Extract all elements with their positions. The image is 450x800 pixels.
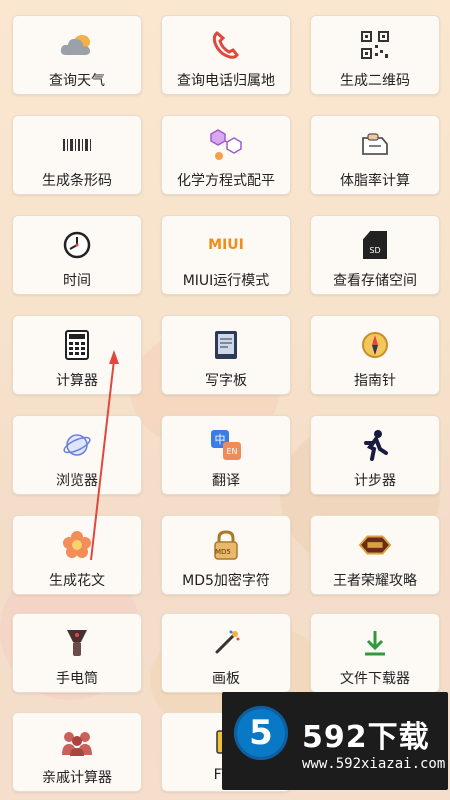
translate-icon: 中 EN — [209, 428, 243, 462]
tile-barcode[interactable]: 生成条形码 — [12, 115, 142, 195]
tile-browser[interactable]: 浏览器 — [12, 415, 142, 495]
sd-card-text: SD — [369, 246, 381, 255]
notepad-icon — [209, 328, 243, 362]
watermark-brand: 592下载 — [302, 720, 430, 755]
tile-drawing-board[interactable]: 画板 — [161, 613, 291, 693]
tile-phone-location[interactable]: 查询电话归属地 — [161, 15, 291, 95]
tile-label: 查询电话归属地 — [177, 73, 275, 89]
game-logo-icon — [358, 528, 392, 562]
watermark-digit: 5 — [249, 713, 273, 753]
tile-body-fat[interactable]: 体脂率计算 — [310, 115, 440, 195]
watermark-emblem: 5 — [234, 706, 288, 760]
translate-en-badge: EN — [223, 442, 241, 460]
tile-honor-of-kings[interactable]: 王者荣耀攻略 — [310, 515, 440, 595]
tile-label: 手电筒 — [56, 671, 98, 687]
phone-icon — [209, 28, 243, 62]
miui-icon: MIUI — [208, 228, 244, 262]
tile-label: 计算器 — [56, 373, 98, 389]
tile-label: 查询天气 — [49, 73, 105, 89]
tile-label: 生成二维码 — [340, 73, 410, 89]
tile-translate[interactable]: 中 EN 翻译 — [161, 415, 291, 495]
tile-flower-text[interactable]: 生成花文 — [12, 515, 142, 595]
tile-label: 体脂率计算 — [340, 173, 410, 189]
tile-miui-mode[interactable]: MIUI MIUI运行模式 — [161, 215, 291, 295]
tile-pedometer[interactable]: 计步器 — [310, 415, 440, 495]
tile-label: 文件下载器 — [340, 671, 410, 687]
runner-icon — [358, 428, 392, 462]
qr-code-icon — [358, 28, 392, 62]
download-icon — [358, 626, 392, 660]
tile-label: 计步器 — [354, 473, 396, 489]
tile-label: 生成花文 — [49, 573, 105, 589]
tile-relative-calculator[interactable]: 亲戚计算器 — [12, 712, 142, 792]
tile-calculator[interactable]: 计算器 — [12, 315, 142, 395]
scale-icon — [358, 128, 392, 162]
tile-qr-code[interactable]: 生成二维码 — [310, 15, 440, 95]
tile-label: 亲戚计算器 — [42, 770, 112, 786]
lock-icon: MD5 — [209, 528, 243, 562]
tile-label: 指南针 — [354, 373, 396, 389]
tile-label: 查看存储空间 — [333, 273, 417, 289]
tile-compass[interactable]: 指南针 — [310, 315, 440, 395]
barcode-icon — [60, 128, 94, 162]
tile-label: 化学方程式配平 — [177, 173, 275, 189]
tile-label: MD5加密字符 — [182, 573, 270, 589]
miui-text: MIUI — [208, 237, 244, 253]
tile-time[interactable]: 时间 — [12, 215, 142, 295]
tile-label: 生成条形码 — [42, 173, 112, 189]
tool-grid: 查询天气 查询电话归属地 生成二维码 生成条形码 化学方程式配平 体脂率计算 时… — [0, 0, 450, 800]
tile-label: 时间 — [63, 273, 91, 289]
tile-file-downloader[interactable]: 文件下载器 — [310, 613, 440, 693]
tile-storage[interactable]: SD 查看存储空间 — [310, 215, 440, 295]
tile-label: MIUI运行模式 — [182, 273, 270, 289]
flashlight-icon — [60, 626, 94, 660]
calculator-icon — [60, 328, 94, 362]
tile-label: 浏览器 — [56, 473, 98, 489]
tile-md5[interactable]: MD5 MD5加密字符 — [161, 515, 291, 595]
globe-icon — [60, 428, 94, 462]
flower-icon — [60, 528, 94, 562]
md5-text: MD5 — [215, 548, 231, 556]
paint-brush-icon — [209, 626, 243, 660]
compass-icon — [358, 328, 392, 362]
cloud-icon — [60, 28, 94, 62]
tile-label: 翻译 — [212, 473, 240, 489]
family-icon — [60, 725, 94, 759]
tile-label: 王者荣耀攻略 — [333, 573, 417, 589]
tile-weather[interactable]: 查询天气 — [12, 15, 142, 95]
tile-notepad[interactable]: 写字板 — [161, 315, 291, 395]
clock-icon — [60, 228, 94, 262]
tile-flashlight[interactable]: 手电筒 — [12, 613, 142, 693]
tile-label: 画板 — [212, 671, 240, 687]
tile-label: 写字板 — [205, 373, 247, 389]
tile-chemistry[interactable]: 化学方程式配平 — [161, 115, 291, 195]
watermark-logo: 5 592下载 www.592xiazai.com — [222, 692, 448, 790]
sd-card-icon: SD — [358, 228, 392, 262]
watermark-url: www.592xiazai.com — [302, 756, 446, 772]
molecule-icon — [209, 128, 243, 162]
